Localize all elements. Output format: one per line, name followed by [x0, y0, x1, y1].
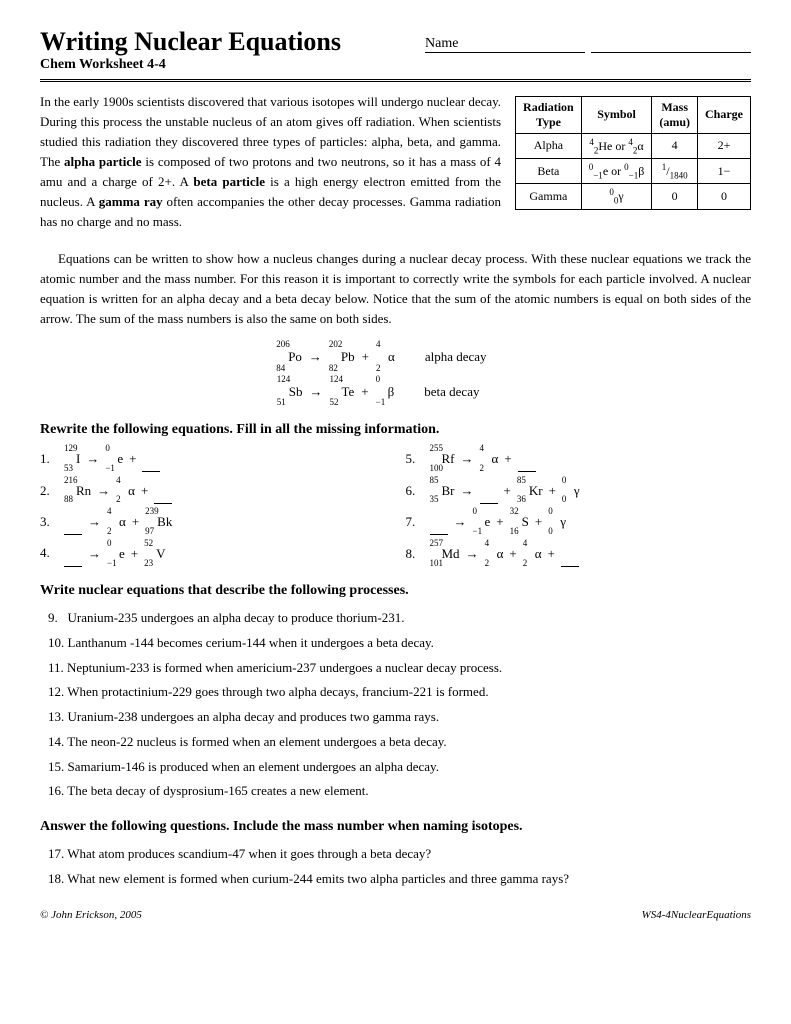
col-header-mass: Mass(amu) [652, 96, 698, 133]
problem-7: 7. → 0−1e + 3216S + 00γ [406, 510, 752, 536]
example-eq-1: 20684Po → 20282Pb + 42α alpha decay [40, 343, 751, 372]
cell-gamma-type: Gamma [516, 184, 582, 209]
problem-4: 4. → 0−1e + 5223V [40, 541, 386, 567]
table-row: Alpha 42He or 42α 4 2+ [516, 133, 751, 158]
example-eq-2: 12451Sb → 12452Te + 0−1β beta decay [40, 378, 751, 407]
cell-beta-mass: 1/1840 [652, 158, 698, 183]
problem-14: 14. The neon-22 nucleus is formed when a… [48, 731, 751, 754]
cell-alpha-charge: 2+ [698, 133, 751, 158]
problem-11: 11. Neptunium-233 is formed when americi… [48, 657, 751, 680]
section1-header: Rewrite the following equations. Fill in… [40, 422, 751, 438]
problem-8: 8. 257101Md → 42α + 42α + [406, 541, 752, 567]
alpha-symbol: 42He or 42α [589, 139, 643, 153]
problem-9: 9. Uranium-235 undergoes an alpha decay … [48, 607, 751, 630]
page-footer: © John Erickson, 2005 WS4-4NuclearEquati… [40, 909, 751, 921]
word-problems-section3: 17. What atom produces scandium-47 when … [40, 843, 751, 891]
problem-2: 2. 21688Rn → 42α + [40, 478, 386, 504]
cell-alpha-type: Alpha [516, 133, 582, 158]
cell-beta-type: Beta [516, 158, 582, 183]
problem-13: 13. Uranium-238 undergoes an alpha decay… [48, 706, 751, 729]
word-problems-section2: 9. Uranium-235 undergoes an alpha decay … [40, 607, 751, 803]
cell-gamma-mass: 0 [652, 184, 698, 209]
divider [40, 79, 751, 82]
alpha-particle: 42α [376, 343, 395, 372]
cell-gamma-charge: 0 [698, 184, 751, 209]
problem-1: 1. 12953I → 0−1e + [40, 446, 386, 472]
footer-code: WS4-4NuclearEquations [642, 909, 751, 921]
cell-alpha-mass: 4 [652, 133, 698, 158]
problem-18: 18. What new element is formed when curi… [48, 868, 751, 891]
Pb-202: 20282Pb [329, 343, 355, 372]
section2-header: Write nuclear equations that describe th… [40, 583, 751, 599]
intro-para-1: In the early 1900s scientists discovered… [40, 92, 501, 233]
table-row: Beta 0−1e or 0−1β 1/1840 1− [516, 158, 751, 183]
cell-alpha-symbol: 42He or 42α [581, 133, 652, 158]
beta-decay-label: beta decay [424, 378, 514, 407]
problem-3: 3. → 42α + 23997Bk [40, 510, 386, 536]
problem-12: 12. When protactinium-229 goes through t… [48, 681, 751, 704]
alpha-decay-formula: 20684Po → 20282Pb + 42α [276, 343, 395, 372]
alpha-decay-label: alpha decay [425, 343, 515, 372]
example-equations: 20684Po → 20282Pb + 42α alpha decay 1245… [40, 343, 751, 406]
problem-16: 16. The beta decay of dysprosium-165 cre… [48, 780, 751, 803]
problem-15: 15. Samarium-146 is produced when an ele… [48, 756, 751, 779]
beta-decay-formula: 12451Sb → 12452Te + 0−1β [277, 378, 395, 407]
intro-para-2: Equations can be written to show how a n… [40, 249, 751, 330]
problem-10: 10. Lanthanum -144 becomes cerium-144 wh… [48, 632, 751, 655]
page-header: Writing Nuclear Equations Chem Worksheet… [40, 28, 751, 73]
col-header-charge: Charge [698, 96, 751, 133]
name-field: Name [419, 36, 751, 53]
Sb-124: 12451Sb [277, 378, 303, 407]
col-header-symbol: Symbol [581, 96, 652, 133]
problem-17: 17. What atom produces scandium-47 when … [48, 843, 751, 866]
intro-section: In the early 1900s scientists discovered… [40, 92, 751, 239]
table-row: Gamma 00γ 0 0 [516, 184, 751, 209]
worksheet-subtitle: Chem Worksheet 4-4 [40, 57, 341, 73]
footer-copyright: © John Erickson, 2005 [40, 909, 142, 921]
Po-206: 20684Po [276, 343, 302, 372]
radiation-table-container: RadiationType Symbol Mass(amu) Charge Al… [515, 92, 751, 239]
page-title: Writing Nuclear Equations [40, 28, 341, 57]
problem-5: 5. 255100Rf → 42α + [406, 446, 752, 472]
col-header-type: RadiationType [516, 96, 582, 133]
radiation-table: RadiationType Symbol Mass(amu) Charge Al… [515, 96, 751, 210]
beta-particle: 0−1β [376, 378, 395, 407]
problems-grid-1: 1. 12953I → 0−1e + 5. 255100Rf → 42α + 2… [40, 446, 751, 567]
intro-text: In the early 1900s scientists discovered… [40, 92, 501, 239]
problem-6: 6. 8535Br → + 8536Kr + 00γ [406, 478, 752, 504]
section3-header: Answer the following questions. Include … [40, 819, 751, 835]
Te-124: 12452Te [329, 378, 354, 407]
cell-gamma-symbol: 00γ [581, 184, 652, 209]
cell-beta-charge: 1− [698, 158, 751, 183]
cell-beta-symbol: 0−1e or 0−1β [581, 158, 652, 183]
